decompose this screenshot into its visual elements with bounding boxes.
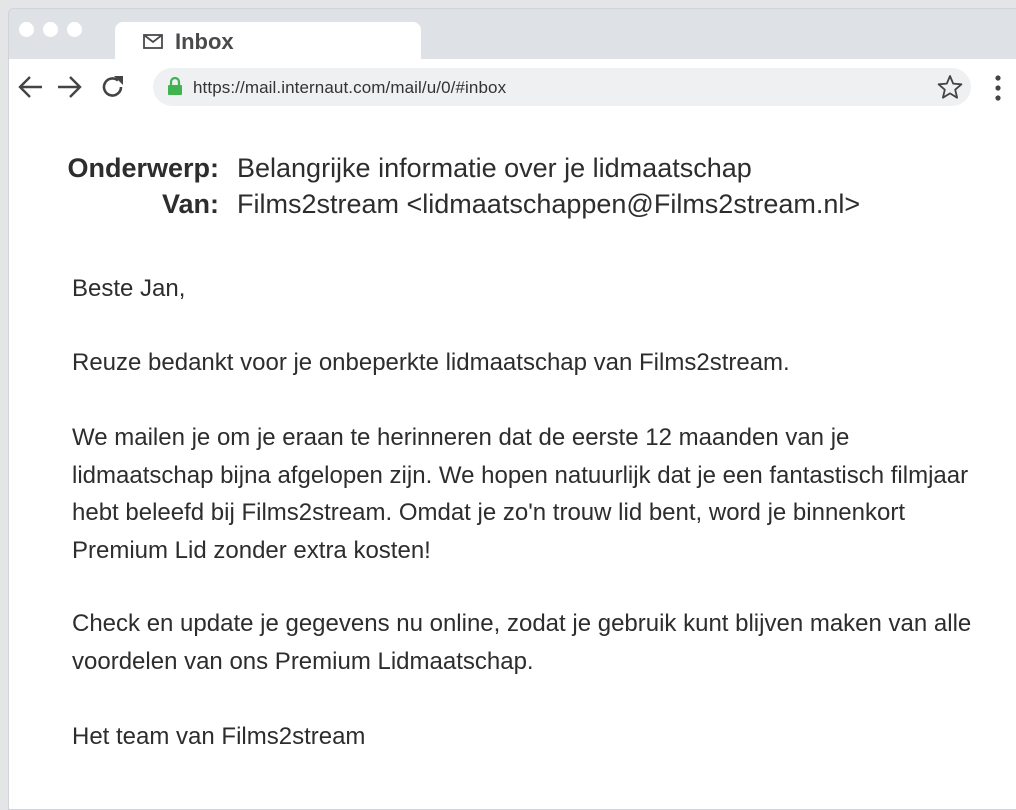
browser-toolbar: https://mail.internaut.com/mail/u/0/#inb… [9, 59, 1016, 115]
lock-icon [168, 76, 182, 95]
email-paragraph-2: We mailen je om je eraan te herinneren d… [72, 424, 969, 564]
email-paragraph-3: Check en update je gegevens nu online, z… [72, 610, 972, 675]
email-paragraph-1: Reuze bedankt voor je onbeperkte lidmaat… [72, 349, 790, 376]
back-arrow-icon[interactable] [17, 73, 45, 101]
mail-icon [143, 34, 163, 49]
email-signature: Het team van Films2stream [72, 723, 366, 750]
close-window-button[interactable] [19, 22, 34, 37]
tab-inbox[interactable]: Inbox [115, 22, 421, 60]
subject-row: Onderwerp: Belangrijke informatie over je… [9, 153, 752, 184]
address-bar[interactable]: https://mail.internaut.com/mail/u/0/#inb… [153, 68, 971, 106]
window-controls [19, 22, 82, 37]
from-label: Van: [161, 189, 219, 219]
maximize-window-button[interactable] [67, 22, 82, 37]
url-text: https://mail.internaut.com/mail/u/0/#inb… [193, 78, 507, 97]
from-row: Van: Films2stream <lidmaatschappen@Films2… [9, 189, 860, 220]
email-greeting: Beste Jan, [72, 275, 186, 302]
email-view: Onderwerp: Belangrijke informatie over je… [9, 115, 1016, 809]
more-vert-icon[interactable] [993, 73, 1003, 103]
browser-window: Inbox https://mail.internaut.com/mail/u/… [8, 8, 1016, 810]
reload-icon[interactable] [99, 73, 127, 101]
subject-label: Onderwerp: [67, 153, 219, 183]
forward-arrow-icon[interactable] [55, 73, 83, 101]
email-sender: Films2stream <lidmaatschappen@Films2stre… [237, 189, 861, 219]
title-bar: Inbox [9, 9, 1016, 60]
minimize-window-button[interactable] [43, 22, 58, 37]
email-subject: Belangrijke informatie over je lidmaatsc… [237, 153, 752, 183]
tab-title: Inbox [175, 29, 234, 54]
star-icon[interactable] [937, 74, 963, 100]
